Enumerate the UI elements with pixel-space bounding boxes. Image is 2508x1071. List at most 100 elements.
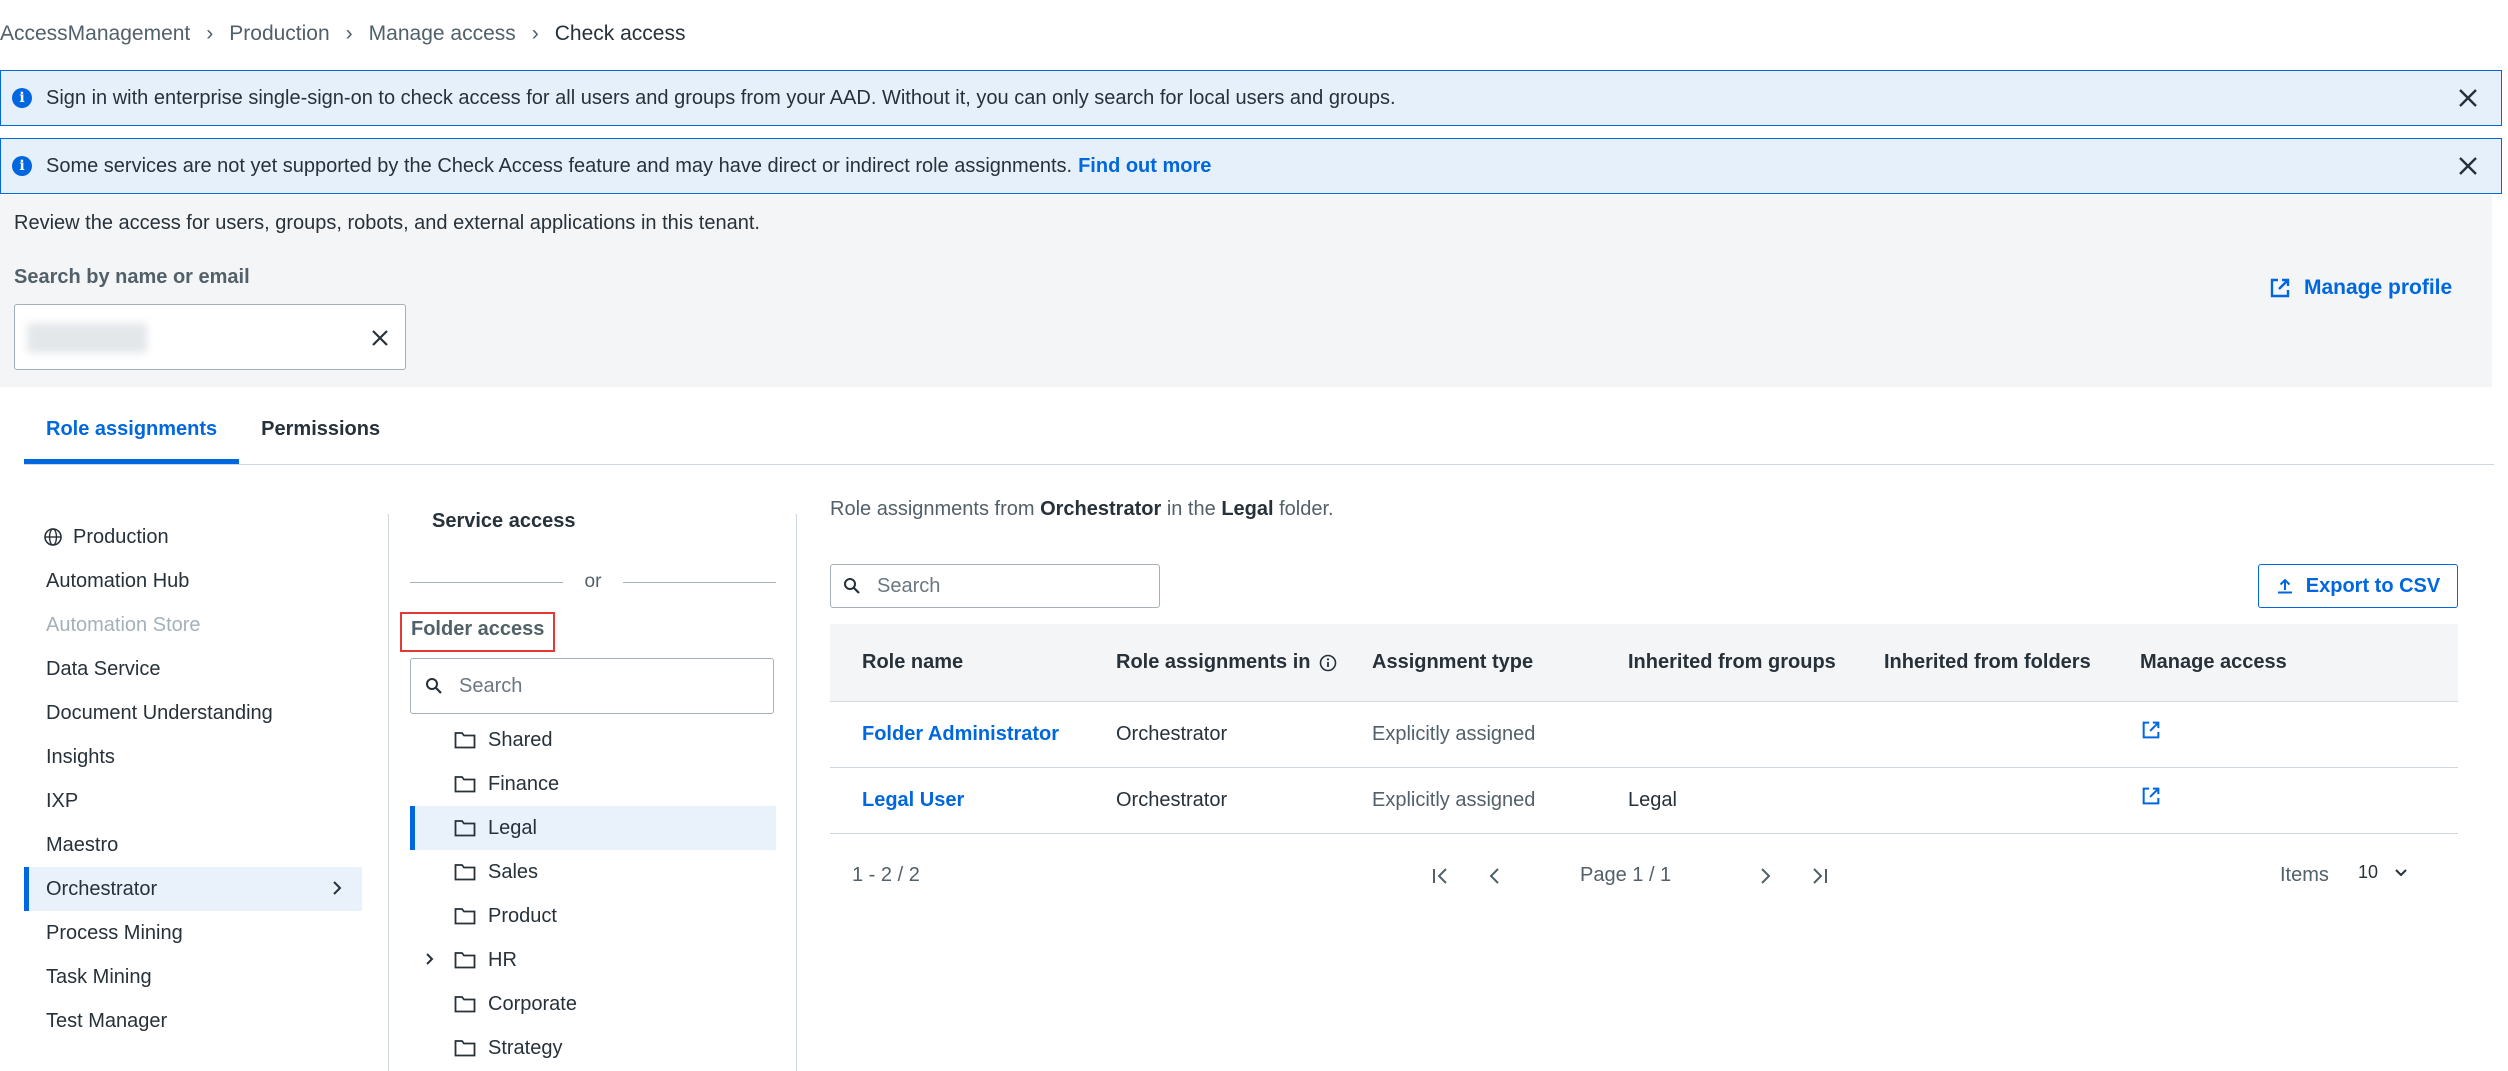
assignment-type-cell: Explicitly assigned	[1372, 723, 1536, 745]
divider	[796, 514, 797, 1071]
folder-label: Legal	[488, 816, 537, 839]
table-header: Role name Role assignments in Assignment…	[830, 624, 2458, 702]
folder-search-input[interactable]: Search	[410, 658, 774, 714]
breadcrumb-item-accessmanagement[interactable]: AccessManagement	[0, 22, 190, 46]
tab-role-assignments[interactable]: Role assignments	[24, 408, 240, 464]
service-item-test-manager[interactable]: Test Manager	[24, 999, 362, 1043]
service-item-task-mining[interactable]: Task Mining	[24, 955, 362, 999]
items-value: 10	[2358, 862, 2379, 882]
info-icon: i	[12, 156, 32, 176]
service-label: Production	[73, 525, 169, 548]
folder-item-corporate[interactable]: Corporate	[410, 982, 776, 1026]
service-access-title[interactable]: Service access	[432, 510, 776, 533]
caption-text: folder.	[1279, 498, 1334, 520]
tab-bar: Role assignments Permissions	[24, 408, 402, 464]
last-page-icon[interactable]	[1808, 866, 1830, 886]
find-out-more-link[interactable]: Find out more	[1078, 155, 1211, 178]
role-name-link[interactable]: Legal User	[830, 789, 1084, 812]
banner-text: Sign in with enterprise single-sign-on t…	[46, 86, 1396, 109]
tab-divider	[24, 464, 2494, 465]
folder-item-legal[interactable]: Legal	[410, 806, 776, 850]
search-label: Search by name or email	[14, 266, 250, 288]
sso-info-banner: i Sign in with enterprise single-sign-on…	[0, 70, 2502, 126]
folder-item-sales[interactable]: Sales	[410, 850, 776, 894]
open-in-new-icon[interactable]	[2140, 785, 2162, 807]
col-header-manage-access: Manage access	[2140, 651, 2287, 673]
table-row: Legal User Orchestrator Explicitly assig…	[830, 768, 2458, 834]
or-label: or	[584, 571, 602, 592]
search-placeholder: Search	[877, 574, 941, 597]
manage-profile-link[interactable]: Manage profile	[2268, 276, 2452, 300]
open-in-new-icon[interactable]	[2140, 719, 2162, 741]
folder-item-product[interactable]: Product	[410, 894, 776, 938]
service-item-process-mining[interactable]: Process Mining	[24, 911, 362, 955]
close-icon[interactable]	[2453, 83, 2483, 113]
folder-icon	[454, 732, 476, 749]
search-icon	[426, 678, 442, 694]
table-search-input[interactable]: Search	[830, 564, 1160, 608]
upload-icon	[2277, 578, 2292, 594]
blurred-search-value	[27, 323, 147, 353]
search-placeholder: Search	[459, 674, 523, 697]
manage-access-cell	[2108, 787, 2458, 813]
search-icon	[844, 578, 860, 594]
folder-icon	[454, 864, 476, 881]
service-item-insights[interactable]: Insights	[24, 735, 362, 779]
folder-item-hr[interactable]: HR	[410, 938, 776, 982]
export-label: Export to CSV	[2305, 574, 2441, 597]
folder-label: Shared	[488, 728, 553, 751]
next-page-icon[interactable]	[1756, 866, 1774, 886]
folder-item-finance[interactable]: Finance	[410, 762, 776, 806]
inherited-groups-cell: Legal	[1628, 789, 1677, 811]
breadcrumb: AccessManagement › Production › Manage a…	[0, 20, 685, 48]
caption-folder: Legal	[1221, 498, 1274, 520]
table-row: Folder Administrator Orchestrator Explic…	[830, 702, 2458, 768]
unsupported-info-banner: i Some services are not yet supported by…	[0, 138, 2502, 194]
role-name-link[interactable]: Folder Administrator	[830, 723, 1084, 746]
service-item-production[interactable]: Production	[24, 515, 362, 559]
expand-chevron-icon[interactable]	[422, 950, 438, 968]
page-indicator: Page 1 / 1	[1580, 864, 1672, 886]
export-to-csv-button[interactable]: Export to CSV	[2258, 564, 2458, 608]
breadcrumb-item-check-access: Check access	[554, 22, 686, 45]
breadcrumb-item-manage-access[interactable]: Manage access	[369, 22, 516, 46]
items-per-page-select[interactable]: 10	[2358, 862, 2410, 883]
folder-label: HR	[488, 948, 517, 971]
manage-profile-label: Manage profile	[2304, 276, 2453, 299]
role-assignments-table: Role name Role assignments in Assignment…	[830, 624, 2458, 834]
folder-icon	[454, 1040, 476, 1057]
manage-access-cell	[2108, 721, 2458, 747]
service-item-automation-store: Automation Store	[46, 613, 201, 636]
chevron-right-icon	[333, 881, 342, 895]
service-item-maestro[interactable]: Maestro	[24, 823, 362, 867]
search-input[interactable]	[14, 304, 406, 370]
breadcrumb-item-production[interactable]: Production	[229, 22, 329, 46]
service-item-data-service[interactable]: Data Service	[24, 647, 362, 691]
info-outline-icon[interactable]	[1319, 654, 1337, 672]
previous-page-icon[interactable]	[1486, 866, 1504, 886]
divider	[388, 514, 389, 1071]
role-assignments-caption: Role assignments from Orchestrator in th…	[830, 498, 1334, 521]
folder-item-strategy[interactable]: Strategy	[410, 1026, 776, 1070]
folder-item-shared[interactable]: Shared	[410, 718, 776, 762]
service-item-orchestrator[interactable]: Orchestrator	[24, 867, 362, 911]
service-item-automation-hub[interactable]: Automation Hub	[24, 559, 362, 603]
close-icon[interactable]	[2453, 151, 2483, 181]
folder-label: Finance	[488, 772, 560, 795]
col-header-label: Role assignments in	[1116, 651, 1311, 673]
service-item-ixp[interactable]: IXP	[24, 779, 362, 823]
assignment-type-cell: Explicitly assigned	[1372, 789, 1536, 811]
first-page-icon[interactable]	[1430, 866, 1452, 886]
folder-label: Strategy	[488, 1036, 563, 1059]
info-icon: i	[12, 88, 32, 108]
chevron-down-icon	[2395, 868, 2407, 876]
tab-permissions[interactable]: Permissions	[239, 408, 402, 464]
folder-label: Sales	[488, 860, 539, 883]
chevron-right-icon: ›	[531, 22, 539, 45]
col-header-role-assignments-in: Role assignments in	[1084, 651, 1340, 674]
chevron-right-icon: ›	[206, 22, 214, 45]
folder-tree: Shared Finance Legal Sales Product HR Co…	[410, 718, 776, 1070]
clear-icon[interactable]	[367, 325, 393, 351]
service-item-document-understanding[interactable]: Document Understanding	[24, 691, 362, 735]
items-label: Items	[2280, 864, 2329, 886]
